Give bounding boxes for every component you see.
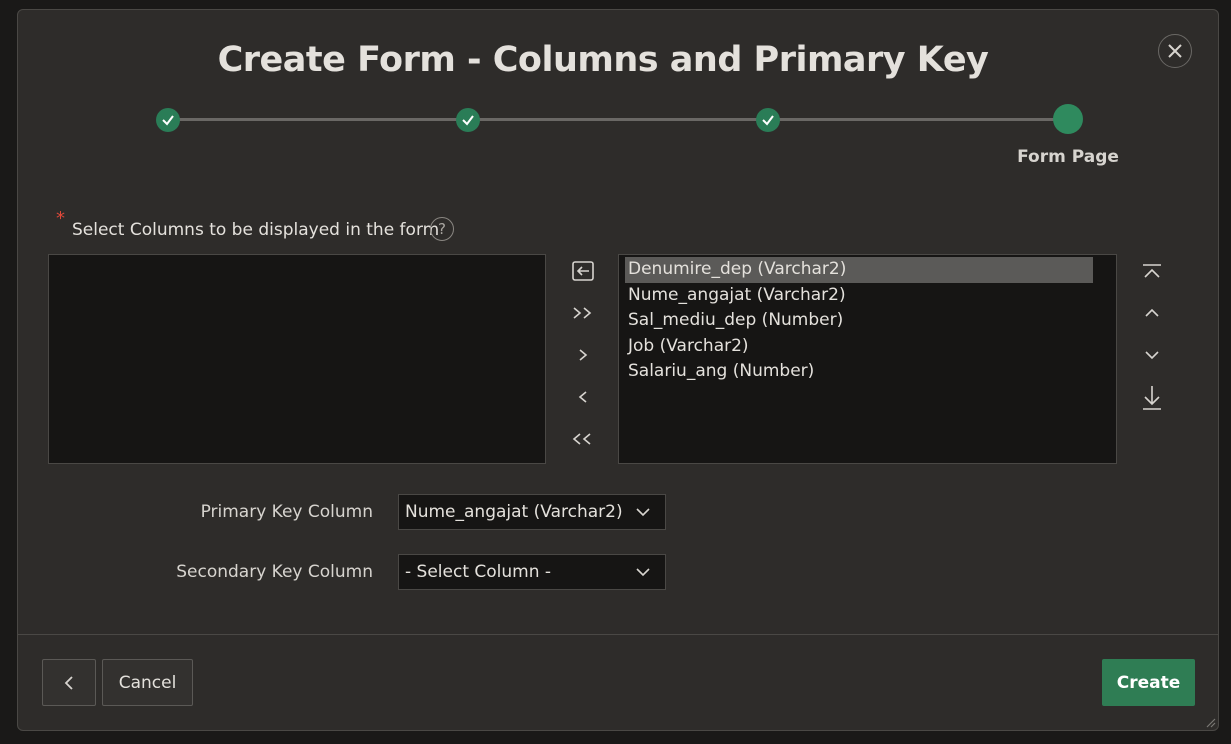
primary-key-label: Primary Key Column xyxy=(200,502,373,522)
footer-divider xyxy=(18,634,1218,635)
move-up-icon xyxy=(1145,308,1159,317)
move-down-button[interactable] xyxy=(1137,340,1167,370)
list-item[interactable]: Denumire_dep (Varchar2) xyxy=(625,257,1093,283)
move-bottom-icon xyxy=(1143,386,1161,410)
move-up-button[interactable] xyxy=(1137,298,1167,328)
list-item[interactable]: Job (Varchar2) xyxy=(625,334,1093,360)
move-top-button[interactable] xyxy=(1137,257,1167,287)
move-top-icon xyxy=(1143,264,1161,278)
help-icon[interactable]: ? xyxy=(430,217,454,241)
secondary-key-value: - Select Column - xyxy=(405,562,552,582)
wizard-step-3 xyxy=(756,108,780,132)
primary-key-select[interactable]: Nume_angajat (Varchar2) xyxy=(398,494,666,530)
move-all-icon xyxy=(573,307,592,319)
move-button[interactable] xyxy=(568,340,598,370)
move-down-icon xyxy=(1145,351,1159,360)
move-all-button[interactable] xyxy=(568,298,598,328)
chevron-left-icon xyxy=(64,675,73,690)
wizard-step-4-current xyxy=(1053,104,1083,134)
close-icon xyxy=(1168,44,1182,58)
remove-all-icon xyxy=(572,433,591,445)
wizard-step-2 xyxy=(456,108,480,132)
reset-button[interactable] xyxy=(568,256,598,286)
list-item[interactable]: Sal_mediu_dep (Number) xyxy=(625,308,1093,334)
list-item[interactable]: Nume_angajat (Varchar2) xyxy=(625,283,1093,309)
chevron-down-icon xyxy=(636,568,650,577)
wizard-current-step-label: Form Page xyxy=(1017,147,1119,167)
required-marker: * xyxy=(56,208,65,229)
remove-button[interactable] xyxy=(568,382,598,412)
check-icon xyxy=(462,115,474,126)
wizard-track xyxy=(168,118,1068,121)
secondary-key-label: Secondary Key Column xyxy=(176,562,373,582)
move-bottom-button[interactable] xyxy=(1137,383,1167,413)
dialog-title: Create Form - Columns and Primary Key xyxy=(217,40,989,80)
check-icon xyxy=(162,115,174,126)
create-button[interactable]: Create xyxy=(1102,659,1195,706)
close-button[interactable] xyxy=(1158,34,1192,68)
selected-columns-list[interactable]: Denumire_dep (Varchar2) Nume_angajat (Va… xyxy=(618,254,1117,464)
reset-icon xyxy=(572,261,594,281)
remove-icon xyxy=(578,391,587,403)
chevron-down-icon xyxy=(636,508,650,517)
primary-key-value: Nume_angajat (Varchar2) xyxy=(405,502,623,522)
remove-all-button[interactable] xyxy=(568,424,598,454)
wizard-step-1 xyxy=(156,108,180,132)
list-item[interactable]: Salariu_ang (Number) xyxy=(625,359,1093,385)
columns-label: Select Columns to be displayed in the fo… xyxy=(72,220,440,240)
check-icon xyxy=(762,115,774,126)
cancel-button[interactable]: Cancel xyxy=(102,659,193,706)
available-columns-list[interactable] xyxy=(48,254,546,464)
secondary-key-select[interactable]: - Select Column - xyxy=(398,554,666,590)
resize-handle-icon[interactable] xyxy=(1204,716,1216,728)
back-button[interactable] xyxy=(42,659,96,706)
create-form-dialog: Create Form - Columns and Primary Key Fo… xyxy=(17,9,1219,731)
move-icon xyxy=(579,349,588,361)
